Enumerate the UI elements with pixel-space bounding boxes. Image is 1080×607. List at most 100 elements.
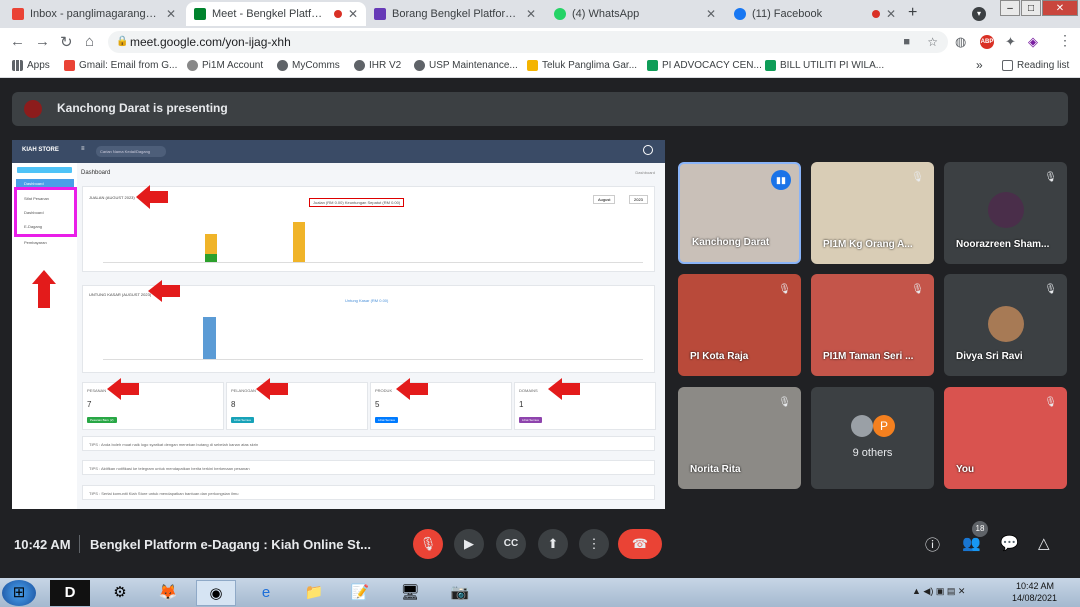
ie-icon[interactable]: e bbox=[246, 580, 286, 606]
more-bookmarks-button[interactable]: » bbox=[976, 58, 983, 72]
sales-bar bbox=[205, 254, 217, 262]
window-close-button[interactable]: ✕ bbox=[1042, 0, 1078, 16]
camera-button[interactable]: ▶ bbox=[454, 529, 484, 559]
bookmark-label: BILL UTILITI PI WILA... bbox=[780, 60, 885, 71]
bookmark-ihr[interactable]: IHR V2 bbox=[354, 60, 401, 71]
leave-call-button[interactable]: ☎ bbox=[618, 529, 662, 559]
clock-time: 10:42 AM bbox=[1016, 581, 1055, 591]
globe-icon bbox=[277, 60, 288, 71]
participant-tile[interactable]: 🎙 Noorazreen Sham... bbox=[944, 162, 1067, 264]
divider bbox=[79, 535, 80, 553]
meeting-title: Bengkel Platform e-Dagang : Kiah Online … bbox=[90, 537, 371, 552]
tray-icons[interactable]: ▲ ◀) ▣ ▤ ✕ bbox=[912, 586, 965, 597]
star-logo-icon bbox=[527, 60, 538, 71]
close-icon[interactable]: ✕ bbox=[706, 7, 716, 21]
bookmark-bill[interactable]: BILL UTILITI PI WILA... bbox=[765, 60, 884, 71]
adblock-icon[interactable]: ABP bbox=[980, 35, 994, 49]
menu-icon[interactable]: ⋮ bbox=[1058, 32, 1072, 49]
back-icon[interactable]: ← bbox=[10, 33, 25, 50]
avatar: P bbox=[873, 415, 895, 437]
reload-icon[interactable]: ↻ bbox=[60, 33, 73, 51]
red-arrow-icon bbox=[32, 270, 56, 284]
lock-icon: 🔒 bbox=[116, 36, 129, 47]
participant-tile[interactable]: 🎙 PI Kota Raja bbox=[678, 274, 801, 376]
mic-off-button[interactable]: 🎙 bbox=[413, 529, 443, 559]
home-icon[interactable]: ⌂ bbox=[85, 33, 94, 50]
participant-name: Noorazreen Sham... bbox=[956, 239, 1050, 250]
sales-chart-title: JUALAN (AUGUST 2023) bbox=[89, 195, 135, 200]
stat-label: DOMAINS bbox=[519, 388, 538, 393]
profile-menu-icon[interactable]: ▾ bbox=[972, 7, 986, 21]
close-icon[interactable]: ✕ bbox=[886, 7, 896, 21]
chat-icon[interactable]: 💬 bbox=[1000, 534, 1019, 552]
participant-name: You bbox=[956, 464, 975, 475]
tab-whatsapp[interactable]: (4) WhatsApp ✕ bbox=[546, 2, 724, 26]
participant-tile[interactable]: 🎙 PI1M Kg Orang A... bbox=[811, 162, 934, 264]
tab-facebook[interactable]: (11) Facebook ✕ bbox=[726, 2, 904, 26]
firefox-icon[interactable]: 🦊 bbox=[148, 580, 188, 606]
bookmarks-bar: Apps Gmail: Email from G... Pi1M Account… bbox=[0, 56, 1080, 78]
sheets-icon bbox=[647, 60, 658, 71]
bookmark-gmail[interactable]: Gmail: Email from G... bbox=[64, 60, 177, 71]
clock-date: 14/08/2021 bbox=[1012, 593, 1058, 603]
captions-button[interactable]: CC bbox=[496, 529, 526, 559]
participant-tile[interactable]: 🎙 PI1M Taman Seri ... bbox=[811, 274, 934, 376]
tab-gmail[interactable]: Inbox - panglimagarang@pi1m ✕ bbox=[4, 2, 184, 26]
notes-icon[interactable]: 📝 bbox=[340, 580, 380, 606]
bookmark-usp[interactable]: USP Maintenance... bbox=[414, 60, 518, 71]
recording-icon bbox=[333, 10, 342, 18]
participant-tile[interactable]: 🎙 Divya Sri Ravi bbox=[944, 274, 1067, 376]
dictionary-app-icon[interactable]: D bbox=[50, 580, 90, 606]
store-logo: KIAH STORE bbox=[22, 147, 59, 153]
tab-meet[interactable]: Meet - Bengkel Platform e ✕ bbox=[186, 2, 366, 26]
bookmark-label: Pi1M Account bbox=[202, 60, 264, 71]
reading-list[interactable]: Reading list bbox=[1002, 60, 1069, 71]
red-arrow-icon bbox=[562, 383, 580, 395]
display-icon[interactable]: 🖥 bbox=[390, 580, 430, 606]
gmail-icon bbox=[12, 8, 24, 20]
more-options-button[interactable]: ⋮ bbox=[579, 529, 609, 559]
bookmark-star-icon[interactable]: ☆ bbox=[927, 31, 938, 53]
participant-tile[interactable]: ▮▮ Kanchong Darat bbox=[678, 162, 801, 264]
folder-icon[interactable]: 📁 bbox=[294, 580, 334, 606]
close-icon[interactable]: ✕ bbox=[348, 7, 358, 21]
forward-icon[interactable]: → bbox=[35, 33, 50, 50]
self-tile[interactable]: 🎙 You bbox=[944, 387, 1067, 489]
url-bar[interactable]: 🔒 meet.google.com/yon-ijag-xhh ■ ☆ bbox=[108, 31, 948, 53]
extensions-icon[interactable]: ✦ bbox=[1005, 34, 1016, 50]
camera-app-icon[interactable]: 📷 bbox=[440, 580, 480, 606]
activities-icon[interactable]: △ bbox=[1038, 534, 1050, 552]
present-button[interactable]: ⬆ bbox=[538, 529, 568, 559]
bookmark-label: IHR V2 bbox=[369, 60, 402, 71]
sales-bar bbox=[293, 222, 305, 262]
stat-value: 1 bbox=[519, 400, 524, 409]
chrome-icon[interactable]: ◉ bbox=[196, 580, 236, 606]
others-tile[interactable]: P 9 others bbox=[811, 387, 934, 489]
globe-icon[interactable]: ◍ bbox=[955, 34, 966, 50]
bookmark-label: Apps bbox=[27, 60, 50, 71]
meeting-details-icon[interactable]: ⓘ bbox=[925, 534, 940, 555]
extension-icon[interactable]: ◈ bbox=[1028, 34, 1038, 50]
stat-button: Lihat Semua bbox=[231, 417, 254, 423]
bookmark-apps[interactable]: Apps bbox=[12, 60, 50, 71]
bookmark-mycomms[interactable]: MyComms bbox=[277, 60, 340, 71]
camera-indicator-icon[interactable]: ■ bbox=[903, 31, 910, 53]
new-tab-button[interactable]: + bbox=[908, 4, 917, 22]
bookmark-teluk[interactable]: Teluk Panglima Gar... bbox=[527, 60, 637, 71]
bookmark-pi-advocacy[interactable]: PI ADVOCACY CEN... bbox=[647, 60, 762, 71]
bookmark-label: Teluk Panglima Gar... bbox=[542, 60, 638, 71]
tab-forms[interactable]: Borang Bengkel Platform e-Da ✕ bbox=[366, 2, 544, 26]
app-icon[interactable]: ⚙ bbox=[100, 580, 140, 606]
stat-value: 8 bbox=[231, 400, 236, 409]
participant-tile[interactable]: 🎙 Norita Rita bbox=[678, 387, 801, 489]
presenting-banner: Kanchong Darat is presenting bbox=[12, 92, 1068, 126]
close-icon[interactable]: ✕ bbox=[526, 7, 536, 21]
presenter-avatar bbox=[24, 100, 42, 118]
gmail-icon bbox=[64, 60, 75, 71]
maximize-button[interactable]: □ bbox=[1021, 0, 1041, 16]
red-arrow-icon bbox=[162, 285, 180, 297]
minimize-button[interactable]: – bbox=[1000, 0, 1020, 16]
close-icon[interactable]: ✕ bbox=[166, 7, 176, 21]
start-button[interactable]: ⊞ bbox=[2, 580, 36, 606]
bookmark-pi1m-account[interactable]: Pi1M Account bbox=[187, 60, 263, 71]
